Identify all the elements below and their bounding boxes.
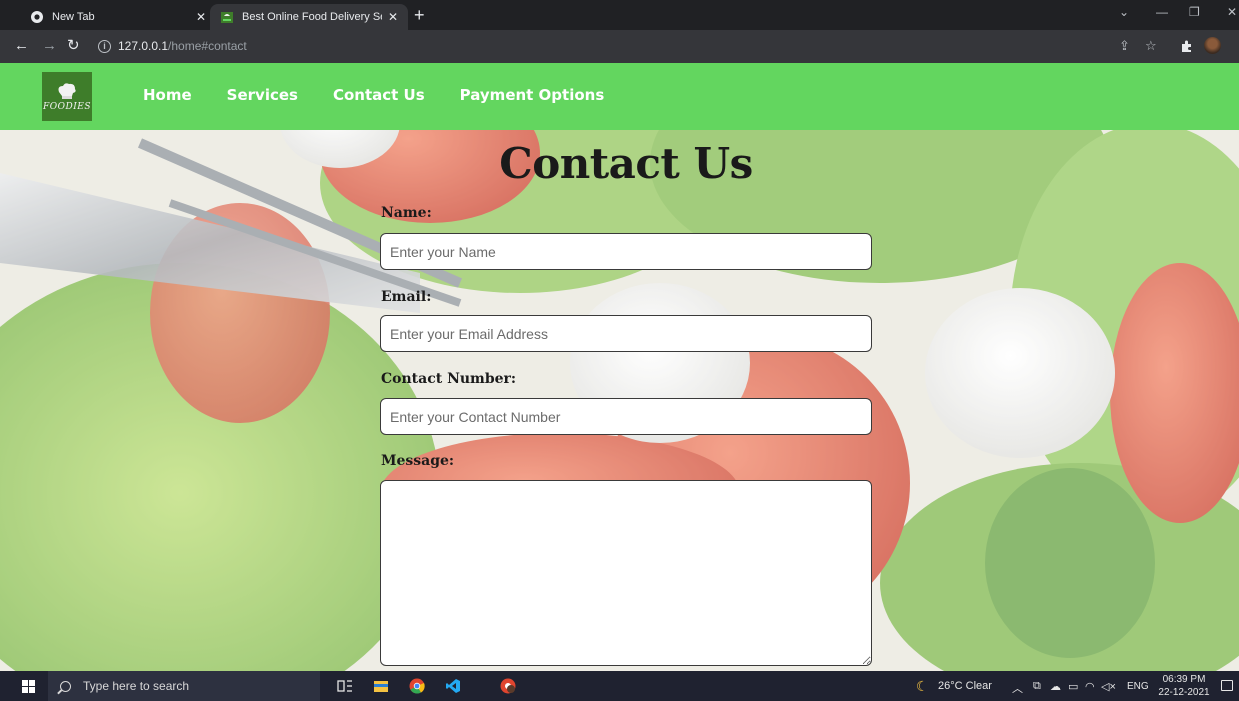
close-window-button[interactable]: ✕ bbox=[1227, 5, 1237, 19]
taskbar-clock[interactable]: 06:39 PM 22-12-2021 bbox=[1157, 673, 1211, 699]
nav-link-services[interactable]: Services bbox=[227, 86, 298, 104]
share-icon[interactable]: ⇪ bbox=[1119, 38, 1130, 54]
info-icon[interactable]: i bbox=[98, 39, 111, 53]
language-indicator[interactable]: ENG bbox=[1127, 681, 1149, 692]
vscode-icon[interactable] bbox=[445, 678, 461, 694]
tab-label: New Tab bbox=[52, 11, 95, 23]
star-icon[interactable]: ☆ bbox=[1145, 38, 1157, 54]
minimize-button[interactable]: — bbox=[1156, 5, 1168, 19]
close-tab-icon[interactable]: ✕ bbox=[388, 10, 398, 24]
extensions-icon[interactable] bbox=[1179, 39, 1193, 53]
restore-button[interactable]: ❐ bbox=[1189, 5, 1200, 19]
browser-toolbar: ← → ↻ i 127.0.0.1/home#contact ⇪ ☆ bbox=[0, 30, 1239, 63]
reload-icon[interactable]: ↻ bbox=[67, 36, 80, 56]
notification-icon[interactable] bbox=[1221, 680, 1233, 691]
url-host: 127.0.0.1 bbox=[118, 39, 169, 53]
network-icon[interactable]: ◠ bbox=[1085, 680, 1095, 693]
chef-hat-icon bbox=[58, 82, 76, 99]
site-navbar: FOODIES Home Services Contact Us Payment… bbox=[0, 63, 1239, 130]
tray-app-icon[interactable]: ⧉ bbox=[1033, 680, 1041, 693]
volume-icon[interactable]: ◁× bbox=[1101, 680, 1116, 693]
tab-search-icon[interactable]: ⌄ bbox=[1119, 5, 1129, 19]
main-nav: Home Services Contact Us Payment Options bbox=[143, 86, 604, 104]
chrome-icon bbox=[31, 11, 43, 23]
clock-time: 06:39 PM bbox=[1162, 674, 1206, 685]
clock-date: 22-12-2021 bbox=[1158, 687, 1210, 698]
logo-text: FOODIES bbox=[42, 101, 91, 112]
name-input[interactable] bbox=[380, 233, 872, 270]
url-path: /home#contact bbox=[168, 39, 247, 53]
contact-number-input[interactable] bbox=[380, 398, 872, 435]
contact-number-label: Contact Number: bbox=[381, 371, 517, 387]
email-label: Email: bbox=[381, 289, 432, 305]
taskbar-search-box[interactable]: Type here to search bbox=[48, 671, 320, 701]
name-label: Name: bbox=[381, 205, 432, 221]
task-view-icon[interactable] bbox=[337, 678, 353, 694]
profile-avatar[interactable] bbox=[1204, 37, 1221, 54]
nav-link-contact-us[interactable]: Contact Us bbox=[333, 86, 425, 104]
chevron-up-icon[interactable]: ︿ bbox=[1012, 680, 1023, 696]
forward-arrow-icon[interactable]: → bbox=[42, 36, 57, 56]
message-textarea[interactable] bbox=[380, 480, 872, 666]
foodies-favicon bbox=[221, 12, 233, 23]
foodies-logo[interactable]: FOODIES bbox=[42, 72, 92, 121]
weather-text[interactable]: 26°C Clear bbox=[938, 680, 992, 692]
cloud-icon[interactable]: ☁ bbox=[1050, 680, 1061, 693]
file-explorer-icon[interactable] bbox=[373, 678, 389, 694]
weather-moon-icon: ☾ bbox=[916, 678, 929, 694]
browser-tab-bar: New Tab ✕ Best Online Food Delivery Serv… bbox=[0, 0, 1239, 30]
battery-icon[interactable]: ▭ bbox=[1068, 680, 1078, 693]
chrome-taskbar-icon[interactable] bbox=[409, 678, 425, 694]
page-title: Contact Us bbox=[499, 139, 753, 188]
windows-start-icon[interactable] bbox=[22, 680, 35, 693]
back-arrow-icon[interactable]: ← bbox=[14, 36, 29, 56]
tab-label: Best Online Food Delivery Servic bbox=[242, 11, 382, 23]
search-icon bbox=[60, 680, 71, 692]
email-input[interactable] bbox=[380, 315, 872, 352]
tab-new-tab[interactable]: New Tab ✕ bbox=[20, 4, 216, 30]
close-tab-icon[interactable]: ✕ bbox=[196, 10, 206, 24]
address-bar[interactable]: i 127.0.0.1/home#contact bbox=[98, 34, 1108, 58]
message-label: Message: bbox=[381, 453, 455, 469]
nav-link-home[interactable]: Home bbox=[143, 86, 192, 104]
nav-link-payment-options[interactable]: Payment Options bbox=[460, 86, 605, 104]
taskbar-search-placeholder: Type here to search bbox=[83, 679, 190, 693]
tab-foodies[interactable]: Best Online Food Delivery Servic ✕ bbox=[210, 4, 408, 30]
page-viewport: FOODIES Home Services Contact Us Payment… bbox=[0, 63, 1239, 671]
new-tab-button[interactable]: + bbox=[414, 5, 425, 25]
windows-taskbar: Type here to search ☾ 26°C Clear ︿ ⧉ ☁ ▭… bbox=[0, 671, 1239, 701]
chrome-profile-taskbar-icon[interactable] bbox=[500, 678, 516, 694]
